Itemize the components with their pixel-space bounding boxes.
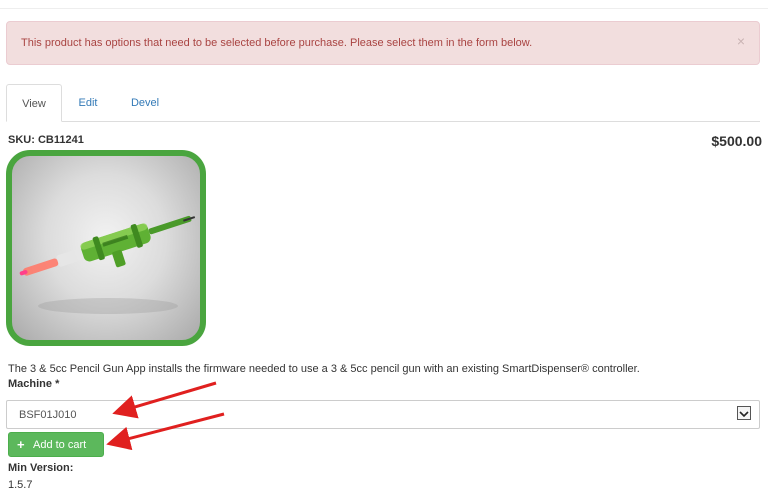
plus-icon: + xyxy=(17,437,25,452)
pencil-gun-image xyxy=(19,215,196,314)
local-tabs: View Edit Devel xyxy=(6,84,760,122)
min-version-value: 1.5.7 xyxy=(8,479,33,491)
tab-edit[interactable]: Edit xyxy=(66,84,110,122)
add-to-cart-label: Add to cart xyxy=(33,439,87,451)
alert-message: This product has options that need to be… xyxy=(21,37,533,49)
machine-label: Machine * xyxy=(8,378,60,390)
tab-view[interactable]: View xyxy=(6,84,62,122)
product-image xyxy=(6,150,206,346)
top-divider xyxy=(0,8,768,9)
product-sku: SKU: CB11241 xyxy=(8,134,84,146)
alert-close-icon[interactable]: × xyxy=(737,34,745,48)
chevron-down-icon[interactable] xyxy=(737,406,751,420)
machine-select-value: BSF01J010 xyxy=(19,409,77,421)
product-price: $500.00 xyxy=(711,133,762,149)
add-to-cart-button[interactable]: + Add to cart xyxy=(8,432,104,457)
machine-select[interactable]: BSF01J010 xyxy=(6,400,760,429)
product-description: The 3 & 5cc Pencil Gun App installs the … xyxy=(8,363,640,375)
min-version-label: Min Version: xyxy=(8,462,74,474)
tab-devel[interactable]: Devel xyxy=(118,84,172,122)
options-required-alert: This product has options that need to be… xyxy=(6,21,760,65)
